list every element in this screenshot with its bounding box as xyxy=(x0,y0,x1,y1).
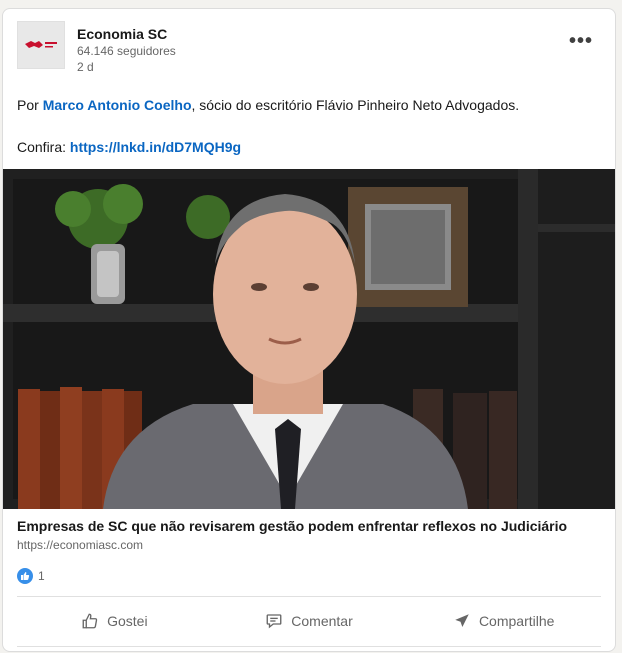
thumbs-up-reaction-icon xyxy=(17,568,33,584)
feed-post-card: Economia SC 64.146 seguidores 2 d ••• Po… xyxy=(2,8,616,652)
thumbs-up-icon xyxy=(82,613,98,629)
ellipsis-icon: ••• xyxy=(568,29,593,52)
article-preview[interactable]: Empresas de SC que não revisarem gestão … xyxy=(17,517,601,553)
send-icon xyxy=(455,614,469,627)
article-title[interactable]: Empresas de SC que não revisarem gestão … xyxy=(17,517,601,535)
post-text-suffix: , sócio do escritório Flávio Pinheiro Ne… xyxy=(191,97,520,113)
confira-label: Confira: xyxy=(17,139,70,155)
article-domain: https://economiasc.com xyxy=(17,538,144,552)
share-label: Compartilhe xyxy=(478,613,555,629)
post-paragraph: Por Marco Antonio Coelho, sócio do escri… xyxy=(17,95,597,115)
follower-count: 64.146 seguidores xyxy=(77,44,176,58)
social-actions-bar: Gostei Comentar Compartilhe xyxy=(17,599,601,643)
post-timestamp: 2 d xyxy=(77,60,94,74)
reactions-summary[interactable]: 1 xyxy=(17,568,45,584)
comment-button[interactable]: Comentar xyxy=(212,599,407,643)
comment-label: Comentar xyxy=(291,613,353,629)
short-url-link[interactable]: https://lnkd.in/dD7MQH9g xyxy=(70,139,241,155)
reaction-count: 1 xyxy=(38,569,45,583)
post-link-paragraph: Confira: https://lnkd.in/dD7MQH9g xyxy=(17,137,597,157)
more-options-button[interactable]: ••• xyxy=(567,27,595,55)
post-text-prefix: Por xyxy=(17,97,43,113)
post-header: Economia SC 64.146 seguidores 2 d xyxy=(17,21,176,75)
post-text: Por Marco Antonio Coelho, sócio do escri… xyxy=(17,95,597,157)
person-mention-link[interactable]: Marco Antonio Coelho xyxy=(43,97,192,113)
share-button[interactable]: Compartilhe xyxy=(406,599,601,643)
comment-icon xyxy=(266,614,282,629)
like-label: Gostei xyxy=(107,613,148,629)
article-image[interactable] xyxy=(3,169,615,509)
author-info: Economia SC 64.146 seguidores 2 d xyxy=(77,21,176,75)
author-name[interactable]: Economia SC xyxy=(77,25,176,43)
bottom-divider xyxy=(17,646,601,647)
like-button[interactable]: Gostei xyxy=(17,599,212,643)
divider xyxy=(17,596,601,597)
company-logo[interactable] xyxy=(17,21,65,69)
